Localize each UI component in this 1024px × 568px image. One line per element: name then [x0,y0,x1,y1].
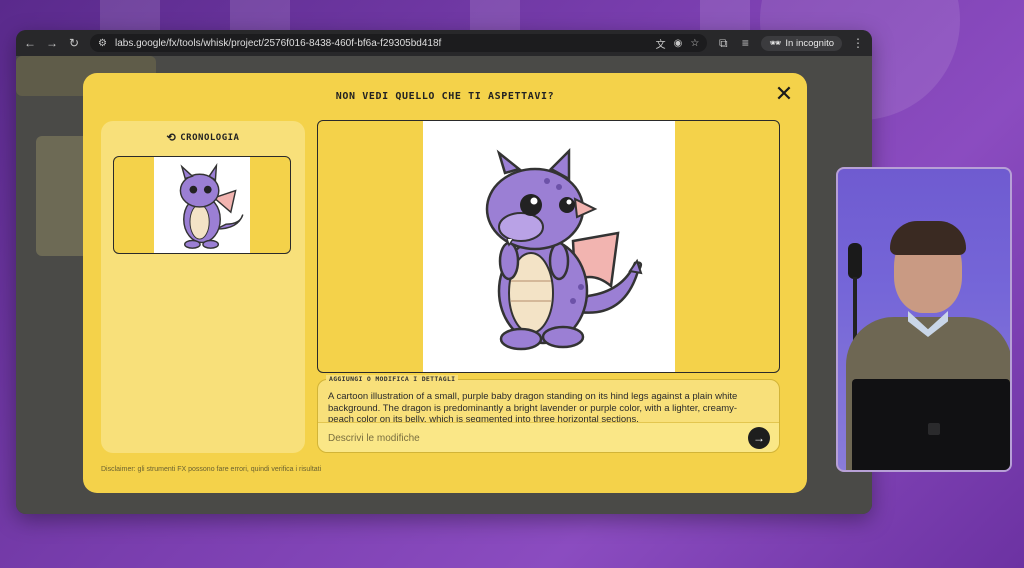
prompt-label: AGGIUNGI O MODIFICA I DETTAGLI [326,375,459,383]
reload-icon[interactable]: ↻ [68,30,80,56]
history-title: CRONOLOGIA [180,132,240,143]
edit-modal: NON VEDI QUELLO CHE TI ASPETTAVI? ✕ ⟲ CR… [83,73,807,493]
incognito-icon: 🕶 [769,37,782,49]
dragon-illustration [179,163,244,249]
browser-toolbar: ← → ↻ ⚙ labs.google/fx/tools/whisk/proje… [16,30,872,56]
background-decoration [100,0,160,30]
edit-row: → [318,422,779,452]
webcam-laptop [852,379,1010,470]
eye-off-icon[interactable]: ◉ [674,38,683,49]
back-arrow-icon[interactable]: ← [24,30,36,56]
media-icon[interactable]: ≡ [739,30,751,56]
send-button[interactable]: → [748,427,770,449]
history-thumbnail[interactable] [113,156,291,254]
main-image-frame [317,120,780,373]
incognito-badge[interactable]: 🕶 In incognito [761,35,842,51]
incognito-label: In incognito [785,37,834,49]
close-icon[interactable]: ✕ [773,83,795,106]
translate-icon[interactable]: 文 [656,36,666,51]
arrow-right-icon: → [753,431,765,445]
dragon-main-image [423,121,675,372]
forward-arrow-icon[interactable]: → [46,30,58,56]
dragon-thumbnail-image [154,157,250,253]
extensions-icon[interactable]: ⧉ [717,30,729,56]
history-panel: ⟲ CRONOLOGIA [101,121,305,453]
url-text[interactable]: labs.google/fx/tools/whisk/project/2576f… [115,38,648,49]
disclaimer: Disclaimer: gli strumenti FX possono far… [101,466,322,473]
history-header: ⟲ CRONOLOGIA [101,131,305,144]
site-settings-icon[interactable]: ⚙ [98,38,107,49]
prompt-editor: AGGIUNGI O MODIFICA I DETTAGLI A cartoon… [317,375,780,453]
dragon-illustration [485,147,643,351]
background-decoration [700,0,750,30]
describe-edits-input[interactable] [328,430,728,446]
modal-title: NON VEDI QUELLO CHE TI ASPETTAVI? [335,91,555,102]
kebab-menu-icon[interactable]: ⋮ [852,30,864,56]
webcam-overlay [836,167,1012,472]
address-bar[interactable]: ⚙ labs.google/fx/tools/whisk/project/257… [90,34,708,52]
webcam-person-hair [890,221,966,255]
background-decoration [470,0,520,30]
star-icon[interactable]: ☆ [690,38,699,49]
prompt-text[interactable]: A cartoon illustration of a small, purpl… [328,391,748,423]
history-icon: ⟲ [166,131,177,144]
laptop-logo-icon [928,423,940,435]
background-decoration [230,0,290,30]
